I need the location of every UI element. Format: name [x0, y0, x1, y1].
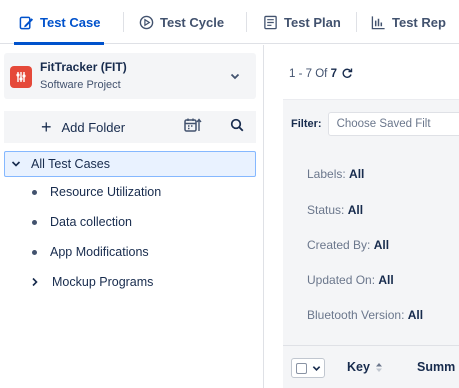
refresh-icon[interactable] — [341, 67, 353, 79]
result-total: 7 — [330, 68, 337, 80]
chevron-down-icon — [228, 69, 242, 83]
folder-tree: All Test Cases Resource Utilization Data… — [4, 151, 256, 297]
folder-label: Data collection — [50, 215, 132, 229]
chevron-down-icon[interactable] — [11, 159, 23, 169]
add-folder-button[interactable]: + Add Folder — [4, 111, 162, 143]
tab-divider — [356, 12, 357, 32]
column-header-key[interactable]: Key — [347, 360, 383, 374]
saved-filter-placeholder: Choose Saved Filt — [336, 118, 431, 130]
bullet-icon — [32, 189, 37, 195]
criteria-created-by-value: All — [373, 238, 390, 252]
criteria-status[interactable]: Status: All — [307, 203, 363, 217]
tree-root-label: All Test Cases — [31, 157, 110, 171]
criteria-updated-on-value: All — [378, 273, 394, 287]
folder-item-mockup-programs[interactable]: Mockup Programs — [4, 267, 256, 297]
saved-filter-row: Filter: Choose Saved Filt — [291, 112, 459, 136]
bar-chart-icon — [370, 14, 386, 30]
tab-divider — [123, 12, 124, 32]
sort-folders-button[interactable] — [176, 111, 210, 143]
tab-divider — [246, 12, 247, 32]
filter-label: Filter: — [291, 118, 322, 130]
criteria-updated-on-name: Updated On — [307, 273, 372, 287]
criteria-bluetooth-version[interactable]: Bluetooth Version: All — [307, 308, 423, 322]
list-document-icon — [262, 14, 278, 30]
edit-document-icon — [18, 14, 34, 30]
criteria-updated-on[interactable]: Updated On: All — [307, 273, 394, 287]
bullet-icon — [32, 219, 37, 225]
column-summary-label: Summ — [417, 360, 456, 374]
folder-label: Mockup Programs — [52, 275, 154, 289]
test-case-list-pane: 1 - 7 Of 7 Filter: Choose Saved Filt Lab… — [273, 45, 459, 388]
select-all-checkbox[interactable] — [296, 362, 307, 374]
chevron-right-icon[interactable] — [30, 277, 42, 287]
criteria-labels-value: All — [349, 167, 365, 181]
result-count: 1 - 7 Of 7 — [289, 67, 353, 80]
folder-label: Resource Utilization — [50, 185, 162, 199]
folder-item-app-modifications[interactable]: App Modifications — [4, 237, 256, 267]
criteria-bluetooth-version-name: Bluetooth Version — [307, 308, 402, 322]
tab-test-reports-label: Test Rep — [392, 14, 446, 30]
tab-test-plan[interactable]: Test Plan — [262, 0, 341, 44]
sort-icon — [375, 362, 383, 373]
play-circle-icon — [138, 14, 154, 30]
column-key-label: Key — [347, 360, 370, 374]
plus-icon: + — [40, 117, 52, 137]
folder-item-data-collection[interactable]: Data collection — [4, 207, 256, 237]
criteria-bluetooth-version-value: All — [407, 308, 424, 322]
result-range: 1 - 7 Of — [289, 68, 328, 80]
top-tab-bar: Test Case Test Cycle Test Plan Test Rep — [0, 0, 459, 45]
table-header: Key Summ — [283, 345, 459, 388]
project-name: FitTracker (FIT) — [40, 60, 127, 74]
calendar-sort-icon — [184, 117, 202, 138]
criteria-created-by[interactable]: Created By: All — [307, 238, 389, 252]
tree-root-all-test-cases[interactable]: All Test Cases — [4, 151, 256, 177]
criteria-status-name: Status — [307, 203, 342, 217]
search-folders-button[interactable] — [220, 111, 254, 143]
project-type: Software Project — [40, 79, 121, 91]
filter-panel: Filter: Choose Saved Filt Labels: All St… — [283, 99, 459, 367]
add-folder-label: Add Folder — [61, 119, 126, 135]
tab-test-plan-label: Test Plan — [284, 14, 341, 30]
tab-test-case[interactable]: Test Case — [13, 0, 105, 45]
criteria-created-by-name: Created By — [307, 238, 368, 252]
project-logo-icon — [10, 66, 32, 88]
tab-test-case-label: Test Case — [40, 14, 101, 30]
criteria-labels-name: Labels — [307, 167, 343, 181]
select-all-dropdown[interactable] — [291, 358, 325, 378]
folder-label: App Modifications — [50, 245, 149, 259]
criteria-labels[interactable]: Labels: All — [307, 167, 364, 181]
bullet-icon — [32, 249, 37, 255]
project-selector[interactable]: FitTracker (FIT) Software Project — [4, 53, 256, 99]
criteria-status-value: All — [347, 203, 364, 217]
folder-item-resource-utilization[interactable]: Resource Utilization — [4, 177, 256, 207]
folder-sidebar: FitTracker (FIT) Software Project + Add … — [0, 45, 264, 388]
tab-test-cycle[interactable]: Test Cycle — [138, 0, 224, 44]
search-icon — [230, 118, 244, 137]
chevron-down-icon — [312, 364, 321, 373]
column-header-summary[interactable]: Summ — [417, 360, 455, 374]
tab-test-cycle-label: Test Cycle — [160, 14, 225, 30]
folder-toolbar: + Add Folder — [4, 111, 256, 143]
saved-filter-select[interactable]: Choose Saved Filt — [327, 112, 459, 136]
tab-test-reports[interactable]: Test Rep — [370, 0, 446, 44]
